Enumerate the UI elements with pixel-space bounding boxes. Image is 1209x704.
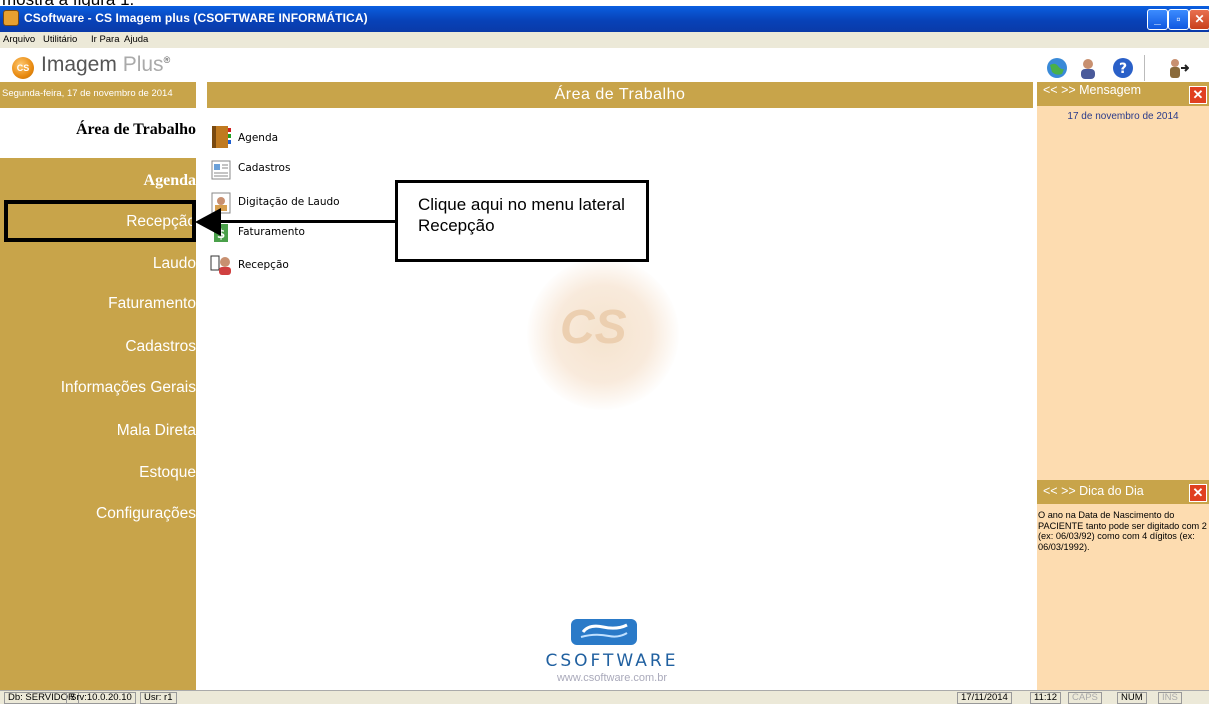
exit-icon[interactable]: [1167, 57, 1189, 79]
status-caps: CAPS: [1068, 692, 1102, 704]
sidebar-item-configuracoes[interactable]: Configurações: [96, 505, 196, 523]
agenda-icon: [212, 126, 231, 148]
workspace-item-label: Faturamento: [238, 226, 305, 238]
tip-close-icon[interactable]: ✕: [1189, 484, 1207, 502]
workspace-item-label: Agenda: [238, 132, 279, 144]
messages-close-icon[interactable]: ✕: [1189, 86, 1207, 104]
sidebar-item-informacoes-gerais[interactable]: Informações Gerais: [61, 379, 196, 397]
messages-title[interactable]: << >> Mensagem: [1043, 83, 1141, 97]
toolbar-divider: [1144, 55, 1145, 81]
restore-button[interactable]: ▫: [1168, 9, 1189, 30]
logo-mark: ®: [163, 55, 171, 65]
status-date: 17/11/2014: [957, 692, 1012, 704]
sidebar-item-estoque[interactable]: Estoque: [139, 464, 196, 482]
app-logo-text: Imagem Plus®: [41, 53, 170, 77]
menu-utilitario[interactable]: Utilitário: [43, 34, 77, 45]
status-time: 11:12: [1030, 692, 1062, 704]
status-ins: INS: [1158, 692, 1182, 704]
separator: [196, 82, 207, 690]
sidebar-item-laudo[interactable]: Laudo: [153, 255, 196, 273]
close-button[interactable]: ✕: [1189, 9, 1209, 30]
tip-title[interactable]: << >> Dica do Dia: [1043, 484, 1144, 498]
cs-logo-icon: CS: [12, 57, 34, 79]
csoftware-url: www.csoftware.com.br: [556, 672, 668, 684]
logo-suffix: Plus: [122, 53, 164, 76]
csoftware-wordmark: CSOFTWARE: [545, 651, 679, 671]
cadastros-icon: [211, 160, 231, 180]
menu-ajuda[interactable]: Ajuda: [124, 34, 148, 45]
logo-name: Imagem: [41, 53, 117, 76]
window-title: CSoftware - CS Imagem plus (CSOFTWARE IN…: [24, 11, 368, 25]
callout-arrow-line: [212, 220, 395, 223]
sidebar-item-agenda[interactable]: Agenda: [144, 172, 196, 190]
messages-date: 17 de novembro de 2014: [1067, 111, 1179, 122]
status-usr: Usr: r1: [140, 692, 177, 704]
current-date: Segunda-feira, 17 de novembro de 2014: [2, 88, 173, 99]
svg-text:?: ?: [1119, 61, 1127, 77]
status-srv: Srv:10.0.20.10: [66, 692, 136, 704]
minimize-button[interactable]: _: [1147, 9, 1168, 30]
sidebar-item-faturamento[interactable]: Faturamento: [108, 295, 196, 313]
toolbar: [0, 48, 1209, 82]
menu-bar: Arquivo Utilitário Ir Para Ajuda: [0, 32, 1209, 48]
csoftware-logo-icon: [571, 619, 637, 645]
callout-text: Clique aqui no menu lateral Recepção: [418, 195, 625, 235]
workspace-title: Área de Trabalho: [554, 86, 686, 103]
sidebar-item-mala-direta[interactable]: Mala Direta: [117, 422, 196, 440]
status-bar: [0, 690, 1209, 704]
globe-icon[interactable]: [1046, 57, 1068, 79]
sidebar-item-cadastros[interactable]: Cadastros: [125, 338, 196, 356]
menu-ir-para[interactable]: Ir Para: [91, 34, 120, 45]
watermark-text: CS: [560, 301, 627, 354]
workspace-item-label: Cadastros: [238, 162, 291, 174]
highlight-box: [4, 200, 196, 242]
tip-text: O ano na Data de Nascimento do PACIENTE …: [1038, 510, 1207, 552]
callout-arrow-head: [195, 208, 221, 236]
right-panel: [1037, 82, 1209, 690]
menu-arquivo[interactable]: Arquivo: [3, 34, 35, 45]
workspace-item-label: Recepção: [238, 259, 289, 271]
workspace-item-label: Digitação de Laudo: [238, 196, 340, 208]
window-titlebar[interactable]: CSoftware - CS Imagem plus (CSOFTWARE IN…: [0, 6, 1209, 32]
user-icon[interactable]: [1077, 57, 1099, 79]
sidebar-item-area-de-trabalho[interactable]: Área de Trabalho: [76, 121, 196, 139]
recepcao-icon: [210, 255, 231, 275]
sidebar: [0, 108, 196, 690]
app-icon: [3, 10, 19, 26]
status-num: NUM: [1117, 692, 1147, 704]
help-icon[interactable]: ?: [1112, 57, 1134, 79]
